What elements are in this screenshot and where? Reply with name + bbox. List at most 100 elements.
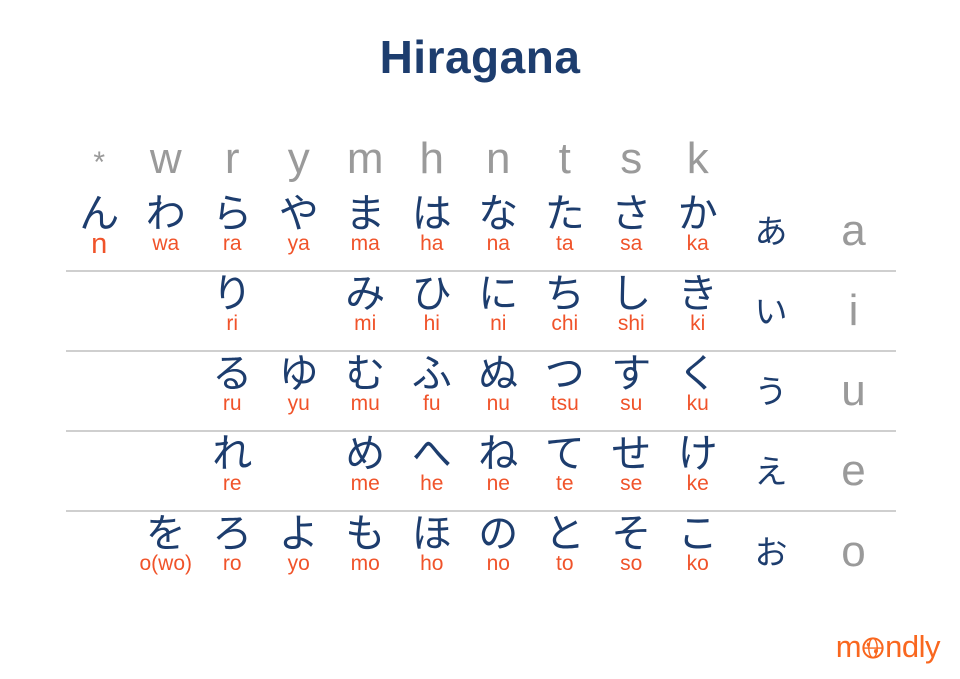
- table-row: ん n わ wa ら ra や ya ま ma は ha な na た ta さ sa か ka あ a: [66, 192, 896, 272]
- romaji-label: shi: [617, 311, 645, 335]
- kana-cell-empty-w-i: [133, 272, 200, 350]
- kana-cell-re: れ re: [199, 432, 266, 510]
- romaji-label: ku: [686, 391, 709, 415]
- vowel-letter-cell-i: i: [811, 272, 896, 350]
- vowel-letter-glyph: a: [841, 206, 866, 255]
- kana-glyph: め: [345, 431, 386, 477]
- kana-cell-me: め me: [332, 432, 399, 510]
- romaji-label: te: [555, 471, 574, 495]
- kana-cell-mu: む mu: [332, 352, 399, 430]
- kana-glyph: た: [544, 191, 585, 237]
- table-row: り ri み mi ひ hi に ni ち chi し shi き ki い i: [66, 272, 896, 352]
- kana-cell-ka: か ka: [665, 192, 732, 270]
- kana-cell-nu: ぬ nu: [465, 352, 532, 430]
- kana-cell-se: せ se: [598, 432, 665, 510]
- vowel-letter-cell-e: e: [811, 432, 896, 510]
- mondly-logo-text: m ndly: [836, 628, 941, 664]
- romaji-label: ta: [555, 231, 574, 255]
- romaji-label: ri: [226, 311, 239, 335]
- kana-glyph: に: [478, 271, 519, 317]
- kana-glyph: れ: [212, 431, 253, 477]
- vowel-kana-glyph: お: [754, 532, 788, 572]
- kana-glyph: く: [677, 351, 718, 397]
- consonant-header-m: m: [332, 137, 399, 181]
- table-row: を o(wo) ろ ro よ yo も mo ほ ho の no と to そ so こ ko お o: [66, 512, 896, 592]
- romaji-label: ya: [287, 231, 310, 255]
- logo-text-after: ndly: [885, 628, 940, 664]
- romaji-label: o(wo): [139, 551, 192, 575]
- consonant-header-asterisk: *: [66, 144, 133, 178]
- kana-cell-ne: ね ne: [465, 432, 532, 510]
- kana-glyph: ふ: [411, 351, 452, 397]
- romaji-label: ro: [222, 551, 242, 575]
- kana-glyph: り: [212, 271, 253, 317]
- vowel-letter-glyph: u: [841, 366, 866, 415]
- kana-cell-ta: た ta: [532, 192, 599, 270]
- kana-glyph: て: [544, 431, 585, 477]
- consonant-label: s: [620, 134, 643, 183]
- kana-glyph: る: [212, 351, 253, 397]
- kana-glyph: そ: [611, 511, 652, 557]
- romaji-label: sa: [620, 231, 643, 255]
- romaji-label: mo: [350, 551, 380, 575]
- romaji-label: yu: [287, 391, 310, 415]
- mondly-logo[interactable]: m ndly: [836, 628, 941, 664]
- vowel-letter-cell-o: o: [811, 512, 896, 592]
- kana-cell-ro: ろ ro: [199, 512, 266, 592]
- vowel-letter-cell-a: a: [811, 192, 896, 270]
- table-row: れ re め me へ he ね ne て te せ se け ke え e: [66, 432, 896, 512]
- kana-cell-yo: よ yo: [266, 512, 333, 592]
- kana-cell-no: の no: [465, 512, 532, 592]
- romaji-label: he: [420, 471, 444, 495]
- kana-cell-ho: ほ ho: [399, 512, 466, 592]
- kana-glyph: ま: [345, 191, 386, 237]
- kana-glyph: み: [345, 271, 386, 317]
- romaji-label: ho: [420, 551, 444, 575]
- kana-glyph: ひ: [411, 271, 452, 317]
- romaji-label: mu: [350, 391, 380, 415]
- consonant-header-h: h: [399, 137, 466, 181]
- kana-glyph: ぬ: [478, 351, 519, 397]
- consonant-label: m: [346, 134, 384, 183]
- vowel-kana-cell-i: い: [731, 272, 811, 350]
- romaji-label: mi: [354, 311, 377, 335]
- consonant-header-k: k: [665, 137, 732, 181]
- vowel-kana-glyph: あ: [754, 211, 788, 251]
- romaji-label: se: [620, 471, 643, 495]
- kana-cell-empty-w-u: [133, 352, 200, 430]
- romaji-label: n: [91, 227, 108, 260]
- romaji-label: so: [620, 551, 643, 575]
- consonant-header-t: t: [532, 137, 599, 181]
- kana-glyph: ら: [212, 191, 253, 237]
- kana-cell-empty-y-e: [266, 432, 333, 510]
- kana-glyph: さ: [611, 191, 652, 237]
- romaji-label: na: [486, 231, 510, 255]
- romaji-label: su: [620, 391, 643, 415]
- kana-cell-empty-asterisk-i: [66, 272, 133, 350]
- kana-glyph: ね: [478, 431, 519, 477]
- kana-glyph: こ: [677, 511, 718, 557]
- kana-cell-mo: も mo: [332, 512, 399, 592]
- consonant-header-s: s: [598, 137, 665, 181]
- kana-cell-fu: ふ fu: [399, 352, 466, 430]
- kana-glyph: せ: [611, 431, 652, 477]
- kana-glyph: つ: [544, 351, 585, 397]
- romaji-label: ne: [486, 471, 510, 495]
- consonant-header-w: w: [133, 137, 200, 181]
- kana-cell-empty-y-i: [266, 272, 333, 350]
- kana-glyph: ち: [544, 271, 585, 317]
- kana-cell-chi: ち chi: [532, 272, 599, 350]
- romaji-label: re: [222, 471, 242, 495]
- kana-glyph: と: [544, 511, 585, 557]
- vowel-kana-cell-a: あ: [731, 192, 811, 270]
- kana-glyph: ゆ: [278, 351, 319, 397]
- romaji-label: ka: [686, 231, 709, 255]
- kana-glyph: を: [145, 511, 186, 557]
- kana-cell-yu: ゆ yu: [266, 352, 333, 430]
- romaji-label: no: [486, 551, 510, 575]
- kana-cell-ke: け ke: [665, 432, 732, 510]
- kana-glyph: ろ: [212, 511, 253, 557]
- romaji-label: ke: [686, 471, 709, 495]
- kana-cell-na: な na: [465, 192, 532, 270]
- kana-cell-ra: ら ra: [199, 192, 266, 270]
